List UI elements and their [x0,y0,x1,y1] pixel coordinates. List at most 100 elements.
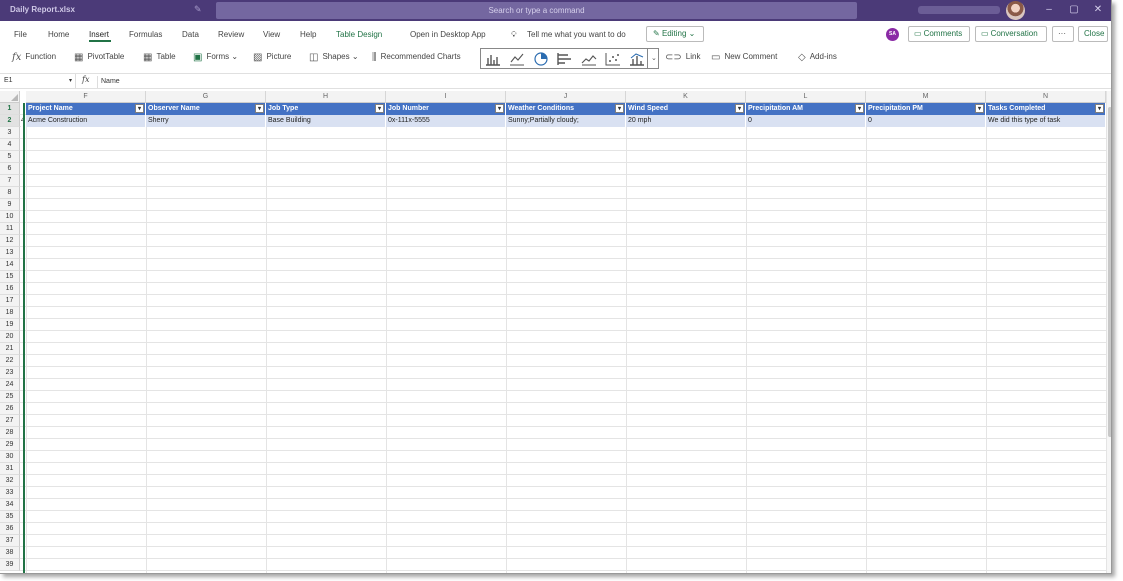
row-header-25[interactable]: 25 [0,391,20,403]
user-presence-badge[interactable]: SA [886,28,899,41]
table-cell[interactable]: 0x-111x-5555 [386,115,506,127]
row-header-31[interactable]: 31 [0,463,20,475]
tab-review[interactable]: Review [218,30,244,39]
tab-data[interactable]: Data [182,30,199,39]
shapes-button[interactable]: ◫ Shapes ⌄ [309,52,359,63]
row-header-7[interactable]: 7 [0,175,20,187]
table-cell[interactable]: 20 mph [626,115,746,127]
row-header-24[interactable]: 24 [0,379,20,391]
table-cell[interactable]: Sunny;Partially cloudy; [506,115,626,127]
scrollbar-thumb[interactable] [1108,107,1111,437]
chevron-down-icon[interactable]: ⌄ [651,54,657,62]
row-header-6[interactable]: 6 [0,163,20,175]
line-chart-icon[interactable] [509,52,525,66]
row-header-17[interactable]: 17 [0,295,20,307]
table-header-cell[interactable]: Job Number ▾ [386,103,506,115]
row-header-12[interactable]: 12 [0,235,20,247]
row-header-37[interactable]: 37 [0,535,20,547]
row-header-1[interactable]: 1 [0,103,20,115]
comments-button[interactable]: ▭ Comments [908,26,970,42]
column-header-l[interactable]: L [746,91,866,103]
filter-dropdown-icon[interactable]: ▾ [135,104,144,113]
filter-dropdown-icon[interactable]: ▾ [1095,104,1104,113]
bar-chart-icon[interactable] [557,52,573,66]
table-header-cell[interactable]: Precipitation AM ▾ [746,103,866,115]
table-header-cell[interactable]: Project Name ▾ [26,103,146,115]
row-header-26[interactable]: 26 [0,403,20,415]
row-header-13[interactable]: 13 [0,247,20,259]
row-header-2[interactable]: 2 [0,115,20,127]
recommended-charts-button[interactable]: ⫼ Recommended Charts [372,52,461,63]
tab-view[interactable]: View [263,30,280,39]
open-in-desktop-app[interactable]: Open in Desktop App [410,30,486,39]
avatar[interactable] [1006,1,1025,20]
row-header-20[interactable]: 20 [0,331,20,343]
picture-button[interactable]: ▨ Picture [253,52,291,63]
row-header-5[interactable]: 5 [0,151,20,163]
filter-dropdown-icon[interactable]: ▾ [735,104,744,113]
rename-icon[interactable]: ✎ [194,4,202,15]
tab-formulas[interactable]: Formulas [129,30,162,39]
row-header-21[interactable]: 21 [0,343,20,355]
row-header-3[interactable]: 3 [0,127,20,139]
row-header-36[interactable]: 36 [0,523,20,535]
scatter-chart-icon[interactable] [605,52,621,66]
maximize-button[interactable]: ▢ [1067,3,1081,17]
tab-insert[interactable]: Insert [89,30,109,39]
row-header-34[interactable]: 34 [0,499,20,511]
column-header-m[interactable]: M [866,91,986,103]
new-comment-button[interactable]: ▭ New Comment [711,52,777,63]
table-header-cell[interactable]: Tasks Completed ▾ [986,103,1106,115]
column-header-h[interactable]: H [266,91,386,103]
chevron-down-icon[interactable]: ▾ [69,74,72,88]
column-header-g[interactable]: G [146,91,266,103]
column-chart-icon[interactable] [485,52,501,66]
table-cell[interactable]: 0 [866,115,986,127]
name-box[interactable]: E1 ▾ [0,74,76,88]
tab-file[interactable]: File [14,30,27,39]
area-chart-icon[interactable] [581,52,597,66]
filter-dropdown-icon[interactable]: ▾ [855,104,864,113]
column-header-f[interactable]: F [26,91,146,103]
row-header-30[interactable]: 30 [0,451,20,463]
filter-dropdown-icon[interactable]: ▾ [495,104,504,113]
row-header-32[interactable]: 32 [0,475,20,487]
row-header-18[interactable]: 18 [0,307,20,319]
editing-mode-button[interactable]: ✎ Editing ⌄ [646,26,704,42]
tab-home[interactable]: Home [48,30,69,39]
filter-dropdown-icon[interactable]: ▾ [615,104,624,113]
column-header-i[interactable]: I [386,91,506,103]
column-header-n[interactable]: N [986,91,1106,103]
combo-chart-icon[interactable] [629,52,645,66]
table-header-cell[interactable]: Weather Conditions ▾ [506,103,626,115]
conversation-button[interactable]: ▭ Conversation [975,26,1047,42]
pivottable-button[interactable]: ▦ PivotTable [74,52,124,63]
forms-button[interactable]: ▣ Forms ⌄ [193,52,238,63]
table-button[interactable]: ▦ Table [143,52,176,63]
formula-input[interactable]: Name [97,76,1107,88]
link-button[interactable]: ⊂⊃ Link [665,52,700,63]
pie-chart-icon[interactable] [533,52,549,66]
table-header-cell[interactable]: Observer Name ▾ [146,103,266,115]
row-header-22[interactable]: 22 [0,355,20,367]
tab-help[interactable]: Help [300,30,316,39]
tell-me-input[interactable]: Tell me what you want to do [527,30,626,39]
close-window-button[interactable]: ✕ [1091,3,1105,17]
table-cell[interactable]: We did this type of task [986,115,1106,127]
filter-dropdown-icon[interactable]: ▾ [255,104,264,113]
table-header-cell[interactable]: Precipitation PM ▾ [866,103,986,115]
table-cell[interactable]: Base Building [266,115,386,127]
table-cell[interactable]: Sherry [146,115,266,127]
select-all-button[interactable] [0,91,20,103]
table-header-cell[interactable]: Job Type ▾ [266,103,386,115]
filter-dropdown-icon[interactable]: ▾ [375,104,384,113]
vertical-scrollbar[interactable] [1106,91,1111,573]
row-header-15[interactable]: 15 [0,271,20,283]
search-input[interactable]: Search or type a command [216,2,857,19]
add-ins-button[interactable]: ◇ Add-ins [798,52,837,63]
row-header-29[interactable]: 29 [0,439,20,451]
insert-function-icon[interactable]: fx [82,75,89,84]
table-cell[interactable]: 0 [746,115,866,127]
row-header-27[interactable]: 27 [0,415,20,427]
column-header-j[interactable]: J [506,91,626,103]
